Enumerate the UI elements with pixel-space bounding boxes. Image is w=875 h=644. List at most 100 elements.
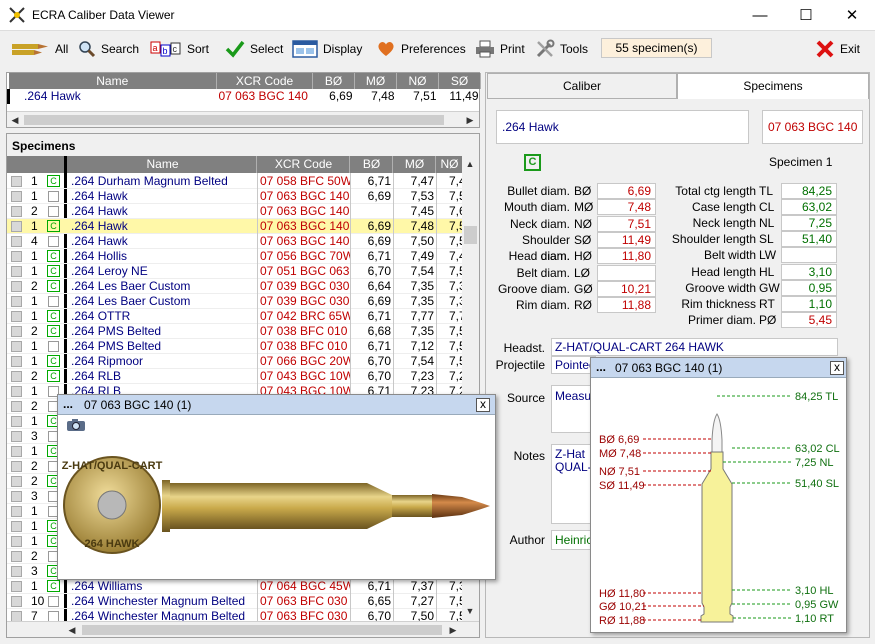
minimize-button[interactable]: — bbox=[737, 0, 783, 31]
tab-specimens[interactable]: Specimens bbox=[677, 73, 869, 99]
col-b-header[interactable]: BØ bbox=[312, 73, 355, 89]
specimen-name: .264 Ripmoor bbox=[71, 354, 144, 368]
row-count: 10 bbox=[31, 594, 45, 608]
spec-col-m[interactable]: MØ bbox=[394, 156, 436, 173]
row-selector[interactable] bbox=[11, 311, 22, 322]
exit-button[interactable]: Exit bbox=[815, 37, 860, 61]
row-selector[interactable] bbox=[11, 386, 22, 397]
right-field-label: Total ctg length bbox=[675, 184, 756, 198]
right-field-label: Groove width bbox=[685, 280, 756, 295]
row-selector[interactable] bbox=[11, 191, 22, 202]
photo-popup-header[interactable]: ... 07 063 BGC 140 (1) x bbox=[58, 395, 495, 415]
spec-col-n[interactable]: NØ bbox=[437, 156, 462, 173]
row-selector[interactable] bbox=[11, 371, 22, 382]
maximize-button[interactable]: ☐ bbox=[783, 0, 829, 31]
specimen-n: 7,5 bbox=[449, 234, 462, 248]
photo-popup[interactable]: ... 07 063 BGC 140 (1) x Z-HAT/QUAL-CART… bbox=[57, 394, 496, 580]
vscroll-thumb[interactable] bbox=[464, 226, 477, 244]
drawing-popup-close[interactable]: x bbox=[830, 361, 844, 375]
specimen-code: 07 056 BGC 70W bbox=[260, 249, 350, 263]
sort-button[interactable]: a b c Sort bbox=[150, 37, 209, 61]
row-selector[interactable] bbox=[11, 536, 22, 547]
preferences-button[interactable]: Preferences bbox=[376, 37, 466, 61]
scroll-right-arrow[interactable]: ▶ bbox=[462, 112, 478, 128]
left-field-value: 7,51 bbox=[597, 215, 656, 232]
scroll-up-arrow[interactable]: ▲ bbox=[462, 156, 478, 172]
spec-col-xcr[interactable]: XCR Code bbox=[258, 156, 350, 173]
row-checkbox[interactable] bbox=[48, 296, 59, 307]
row-checkbox[interactable] bbox=[48, 341, 59, 352]
drawing-menu-icon[interactable]: ... bbox=[596, 360, 606, 374]
row-selector[interactable] bbox=[11, 491, 22, 502]
col-s-header[interactable]: SØ bbox=[438, 73, 481, 89]
col-name-header[interactable]: Name bbox=[8, 73, 217, 89]
right-field-value: 63,02 bbox=[781, 199, 837, 216]
select-button[interactable]: Select bbox=[225, 37, 283, 61]
cartridge-badge-icon: C bbox=[47, 265, 60, 277]
row-selector[interactable] bbox=[11, 566, 22, 577]
spec-col-b[interactable]: BØ bbox=[351, 156, 393, 173]
row-selector[interactable] bbox=[11, 416, 22, 427]
specimens-hscrollbar[interactable]: ◀ ▶ bbox=[7, 621, 479, 637]
col-n-header[interactable]: NØ bbox=[396, 73, 439, 89]
app-icon bbox=[9, 7, 25, 23]
row-checkbox[interactable] bbox=[48, 191, 59, 202]
caliber-row[interactable]: .264 Hawk 07 063 BGC 140 6,69 7,48 7,51 … bbox=[7, 89, 481, 104]
photo-popup-close[interactable]: x bbox=[476, 398, 490, 412]
row-selector[interactable] bbox=[11, 206, 22, 217]
spec-hscroll-thumb[interactable] bbox=[82, 625, 442, 635]
cartridge-badge-icon: C bbox=[47, 220, 60, 232]
print-button[interactable]: Print bbox=[475, 37, 525, 61]
row-checkbox[interactable] bbox=[48, 236, 59, 247]
drawing-popup[interactable]: ... 07 063 BGC 140 (1) x BØ 6,69 MØ 7,48 N… bbox=[590, 357, 847, 633]
camera-icon[interactable] bbox=[66, 418, 86, 432]
row-selector[interactable] bbox=[11, 326, 22, 337]
scroll-thumb[interactable] bbox=[24, 115, 444, 125]
spec-scroll-left-arrow[interactable]: ◀ bbox=[64, 622, 80, 638]
row-selector[interactable] bbox=[11, 221, 22, 232]
tab-caliber[interactable]: Caliber bbox=[487, 73, 677, 99]
display-button[interactable]: Display bbox=[292, 37, 362, 61]
row-selector[interactable] bbox=[11, 596, 22, 607]
row-selector[interactable] bbox=[11, 611, 22, 621]
spec-scroll-right-arrow[interactable]: ▶ bbox=[445, 622, 461, 638]
col-m-header[interactable]: MØ bbox=[354, 73, 397, 89]
row-checkbox[interactable] bbox=[48, 206, 59, 217]
popup-menu-icon[interactable]: ... bbox=[63, 397, 73, 411]
row-selector[interactable] bbox=[11, 176, 22, 187]
spec-col-name[interactable]: Name bbox=[69, 156, 257, 173]
row-selector[interactable] bbox=[11, 341, 22, 352]
scroll-down-arrow[interactable]: ▼ bbox=[462, 603, 478, 619]
row-selector[interactable] bbox=[11, 251, 22, 262]
row-selector[interactable] bbox=[11, 446, 22, 457]
row-checkbox[interactable] bbox=[48, 611, 59, 621]
row-selector[interactable] bbox=[11, 266, 22, 277]
toolbar: All Search a b c Sort Select Display Pre… bbox=[0, 31, 875, 67]
row-selector[interactable] bbox=[11, 356, 22, 367]
row-selector[interactable] bbox=[11, 506, 22, 517]
row-selector[interactable] bbox=[11, 581, 22, 592]
row-selector[interactable] bbox=[11, 521, 22, 532]
specimen-b: 6,65 bbox=[367, 594, 391, 608]
row-selector[interactable] bbox=[11, 461, 22, 472]
close-window-button[interactable]: ✕ bbox=[829, 0, 875, 31]
row-selector[interactable] bbox=[11, 236, 22, 247]
caliber-hscrollbar[interactable]: ◀ ▶ bbox=[7, 111, 479, 127]
tools-button[interactable]: Tools bbox=[535, 37, 588, 61]
search-button[interactable]: Search bbox=[78, 37, 139, 61]
all-button[interactable]: All bbox=[10, 37, 68, 61]
row-selector[interactable] bbox=[11, 296, 22, 307]
row-selector[interactable] bbox=[11, 476, 22, 487]
row-selector[interactable] bbox=[11, 281, 22, 292]
specimen-name: .264 Les Baer Custom bbox=[71, 294, 191, 308]
cartridge-badge-icon: C bbox=[47, 355, 60, 367]
row-selector[interactable] bbox=[11, 551, 22, 562]
row-selector[interactable] bbox=[11, 401, 22, 412]
scroll-left-arrow[interactable]: ◀ bbox=[7, 112, 23, 128]
specimen-name: .264 Hawk bbox=[71, 234, 128, 248]
row-selector[interactable] bbox=[11, 431, 22, 442]
specimens-header: Name XCR Code BØ MØ NØ bbox=[7, 156, 462, 173]
drawing-popup-header[interactable]: ... 07 063 BGC 140 (1) x bbox=[591, 358, 846, 378]
col-xcr-header[interactable]: XCR Code bbox=[216, 73, 313, 89]
row-checkbox[interactable] bbox=[48, 596, 59, 607]
